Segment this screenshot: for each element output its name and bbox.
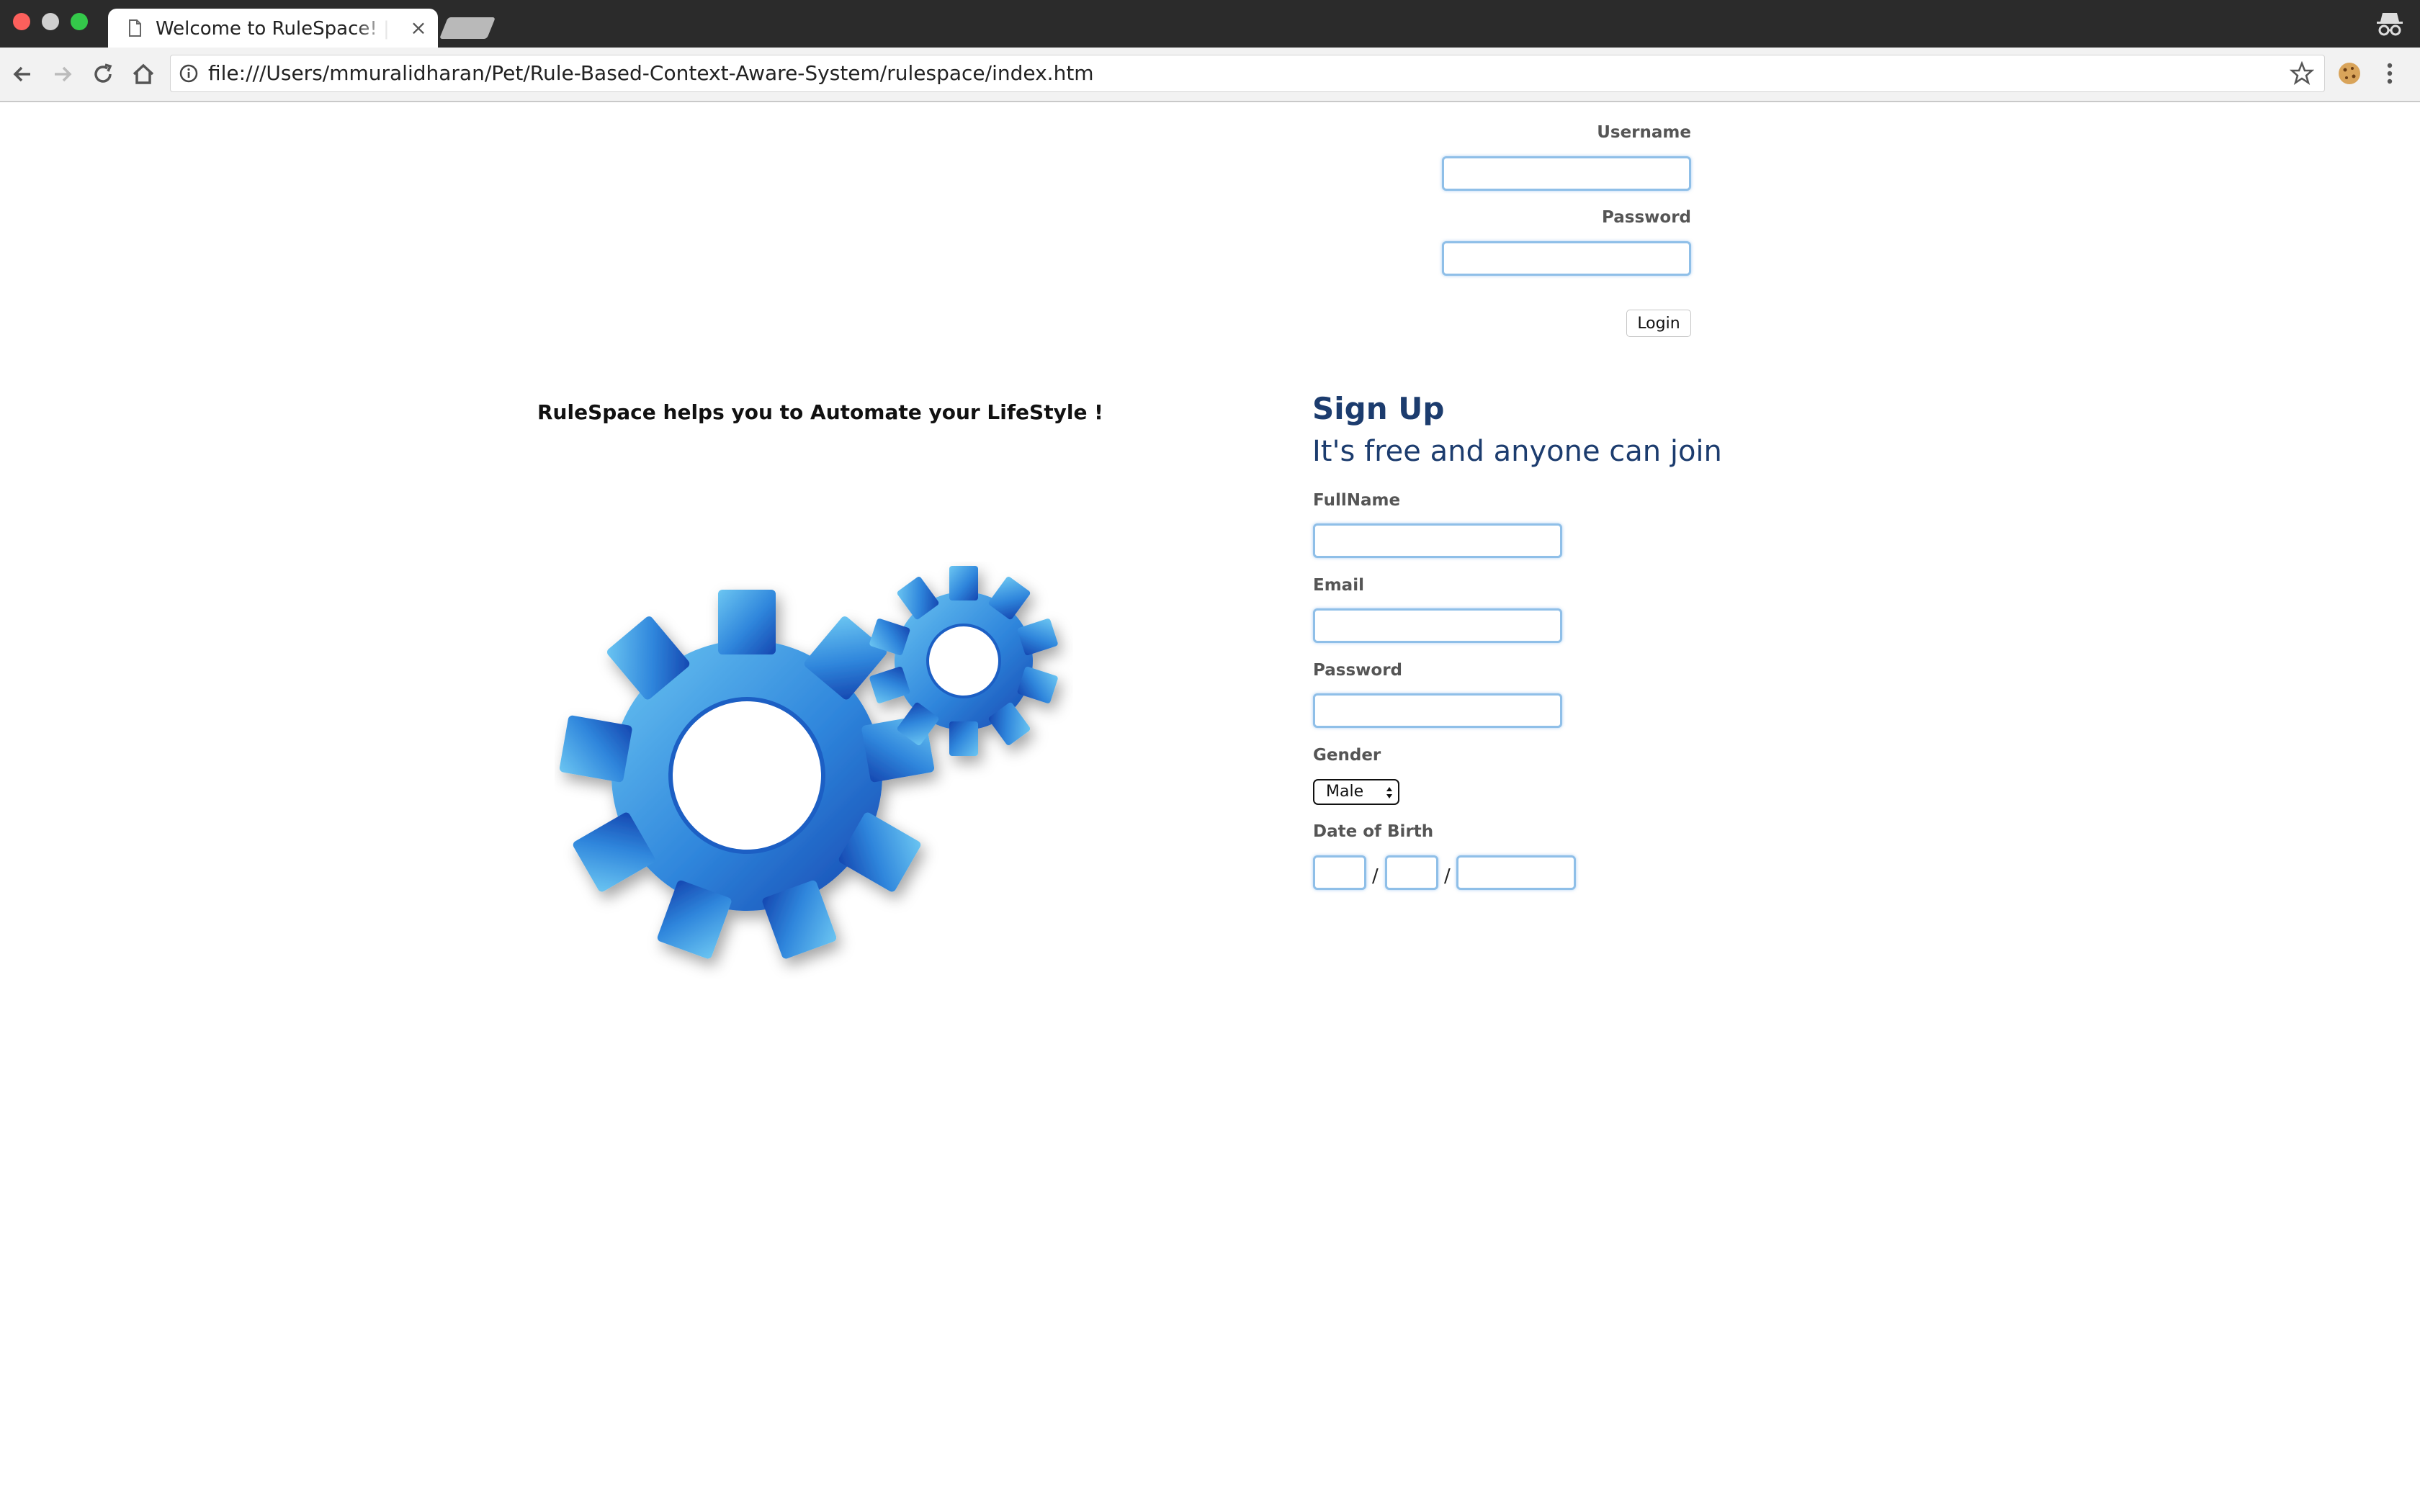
window-minimize-button[interactable] xyxy=(42,13,59,30)
incognito-icon xyxy=(2377,13,2403,36)
reload-icon[interactable] xyxy=(89,60,117,88)
signup-password-label: Password xyxy=(1313,661,1402,680)
dob-label: Date of Birth xyxy=(1313,822,1434,841)
window-maximize-button[interactable] xyxy=(71,13,88,30)
star-icon[interactable] xyxy=(2290,61,2314,86)
signup-subtitle: It's free and anyone can join xyxy=(1312,435,1722,468)
url-text[interactable]: file:///Users/mmuralidharan/Pet/Rule-Bas… xyxy=(208,61,1094,86)
menu-icon[interactable] xyxy=(2381,59,2398,88)
dob-separator: / xyxy=(1444,865,1451,887)
page-icon xyxy=(129,19,141,37)
fullname-input[interactable] xyxy=(1313,523,1562,558)
dob-separator: / xyxy=(1372,865,1379,887)
window-close-button[interactable] xyxy=(13,13,30,30)
login-password-input[interactable] xyxy=(1442,241,1691,276)
dob-month-input[interactable] xyxy=(1385,855,1438,890)
dob-year-input[interactable] xyxy=(1456,855,1576,890)
login-button[interactable]: Login xyxy=(1626,310,1691,337)
gender-select[interactable]: Male xyxy=(1313,779,1399,805)
tab-close-icon[interactable]: × xyxy=(406,16,431,40)
username-label: Username xyxy=(1597,123,1691,142)
login-password-label: Password xyxy=(1602,208,1691,227)
login-username-input[interactable] xyxy=(1442,156,1691,191)
back-icon[interactable] xyxy=(9,60,36,88)
browser-toolbar: file:///Users/mmuralidharan/Pet/Rule-Bas… xyxy=(0,48,2420,102)
gears-icon xyxy=(559,566,1058,959)
email-label: Email xyxy=(1313,576,1364,595)
cookie-icon[interactable] xyxy=(2336,60,2362,86)
tab-title: Welcome to RuleSpace! | RuleSpace xyxy=(156,18,390,40)
info-icon[interactable] xyxy=(179,64,198,83)
gender-selected-value: Male xyxy=(1326,783,1364,801)
forward-icon[interactable] xyxy=(49,60,76,88)
select-arrows-icon xyxy=(1386,787,1392,798)
tagline: RuleSpace helps you to Automate your Lif… xyxy=(537,400,1103,424)
address-bar[interactable]: file:///Users/mmuralidharan/Pet/Rule-Bas… xyxy=(170,55,2325,92)
gender-label: Gender xyxy=(1313,746,1381,765)
home-icon[interactable] xyxy=(130,60,157,88)
new-tab-button[interactable] xyxy=(439,17,496,39)
signup-password-input[interactable] xyxy=(1313,693,1562,728)
fullname-label: FullName xyxy=(1313,491,1401,510)
signup-title: Sign Up xyxy=(1312,391,1445,426)
browser-title-bar: Welcome to RuleSpace! | RuleSpace × xyxy=(0,0,2420,48)
browser-tab-active[interactable]: Welcome to RuleSpace! | RuleSpace × xyxy=(108,9,438,48)
dob-day-input[interactable] xyxy=(1313,855,1366,890)
email-input[interactable] xyxy=(1313,608,1562,643)
